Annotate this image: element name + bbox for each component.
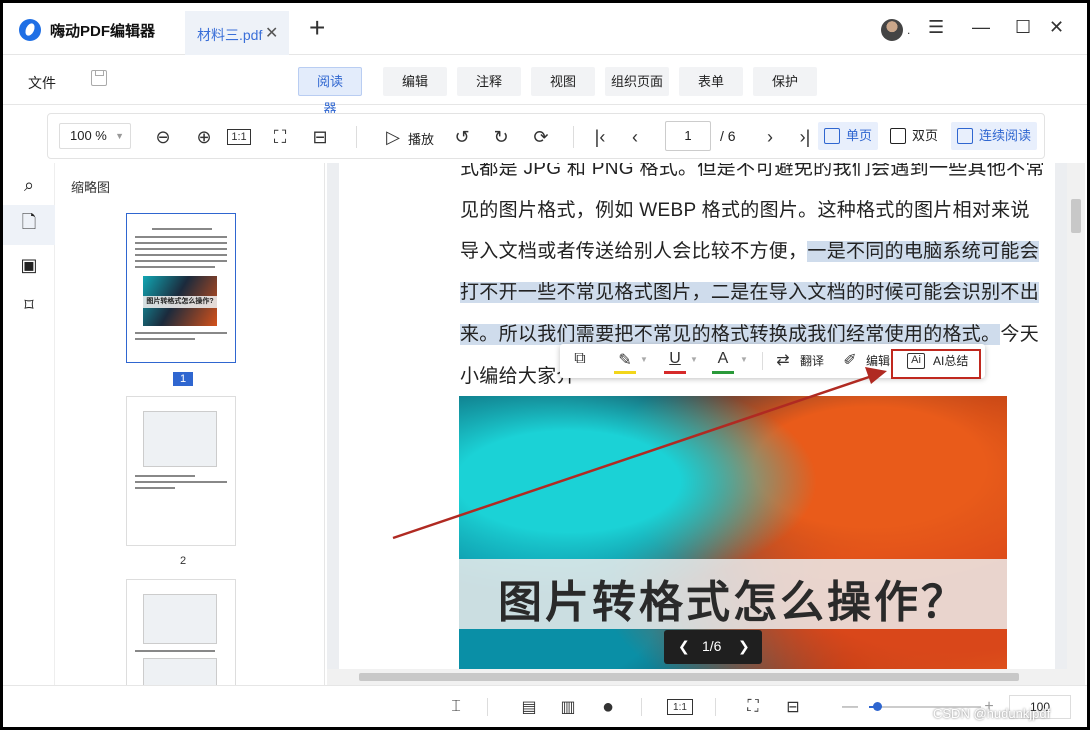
bottom-bar: ⌶ ▤ ▥ ● 1:1 ⛶ ⊟ — + 100 bbox=[3, 685, 1087, 727]
arrow-line bbox=[392, 373, 876, 540]
fit-page-icon[interactable]: ⛶ bbox=[742, 696, 764, 718]
app-window: 嗨动PDF编辑器 材料三.pdf ✕ + . ☰ — ☐ ✕ 文件 阅读器 编辑… bbox=[3, 3, 1087, 727]
divider bbox=[487, 698, 488, 716]
arrow-head bbox=[865, 367, 887, 384]
play-icon[interactable]: ● bbox=[597, 696, 619, 718]
divider bbox=[715, 698, 716, 716]
watermark: CSDN @hudunkjpdf bbox=[933, 706, 1051, 721]
actual-size-icon[interactable]: 1:1 bbox=[667, 699, 693, 715]
divider bbox=[641, 698, 642, 716]
zoom-slider-knob[interactable] bbox=[872, 702, 882, 711]
double-page-icon[interactable]: ▥ bbox=[557, 696, 579, 718]
zoom-out-button[interactable]: — bbox=[839, 696, 861, 718]
fit-height-icon[interactable]: ⌶ bbox=[445, 696, 467, 718]
single-page-icon[interactable]: ▤ bbox=[518, 696, 540, 718]
callout-arrow bbox=[392, 367, 887, 540]
fit-width-icon[interactable]: ⊟ bbox=[782, 696, 804, 718]
